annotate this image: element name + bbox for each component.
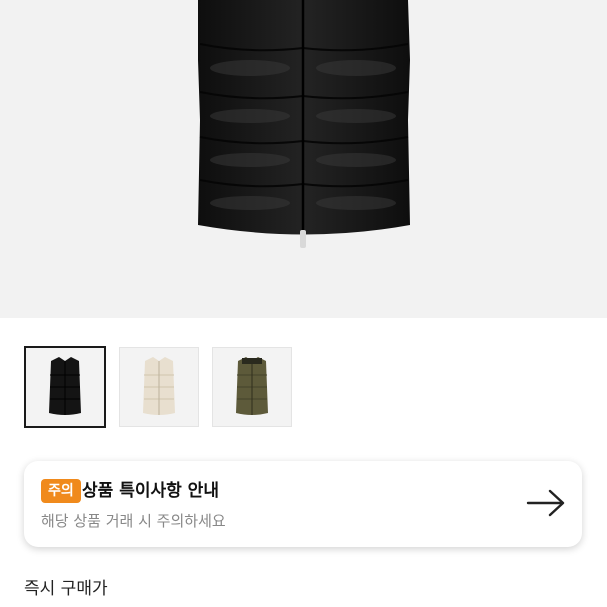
- product-image[interactable]: [0, 0, 607, 318]
- arrow-right-icon: [526, 489, 565, 517]
- thumbnail-cream[interactable]: [119, 347, 199, 427]
- warning-badge: 주의: [41, 479, 81, 503]
- thumbnail-black[interactable]: [24, 346, 106, 428]
- instant-buy-price-label: 즉시 구매가: [24, 579, 108, 599]
- color-thumbnails: [24, 346, 292, 428]
- product-notice-card[interactable]: 주의 상품 특이사항 안내 해당 상품 거래 시 주의하세요: [24, 461, 582, 547]
- khaki-vest-thumb-icon: [236, 357, 268, 415]
- notice-title: 상품 특이사항 안내: [82, 481, 219, 501]
- black-vest-image: [198, 0, 410, 248]
- cream-vest-thumb-icon: [143, 357, 175, 415]
- thumbnail-khaki[interactable]: [212, 347, 292, 427]
- notice-subtitle: 해당 상품 거래 시 주의하세요: [41, 512, 226, 530]
- black-vest-thumb-icon: [49, 357, 81, 415]
